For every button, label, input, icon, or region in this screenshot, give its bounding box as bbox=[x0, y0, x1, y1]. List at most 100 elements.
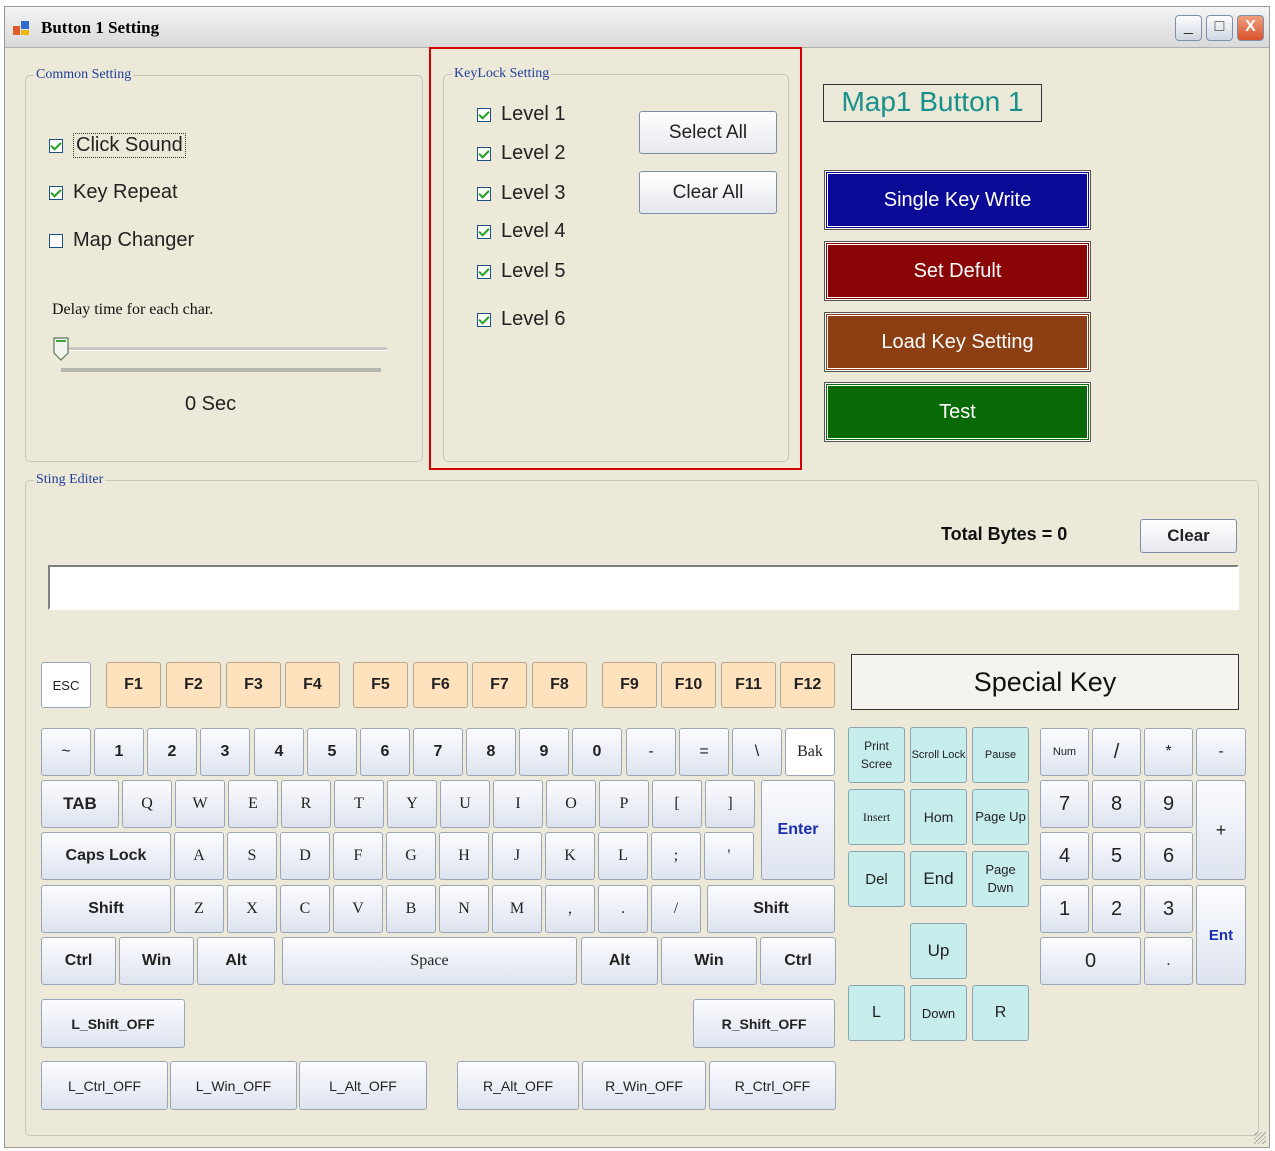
l-shift-off-button[interactable]: L_Shift_OFF bbox=[41, 999, 185, 1048]
key-numpad-plus[interactable]: + bbox=[1196, 780, 1246, 880]
key-insert[interactable]: Insert bbox=[848, 789, 905, 845]
key-numpad-2[interactable]: 2 bbox=[1092, 885, 1141, 933]
key-delete[interactable]: Del bbox=[848, 851, 905, 907]
key-numpad-divide[interactable]: / bbox=[1092, 728, 1141, 776]
key-home[interactable]: Hom bbox=[910, 789, 967, 845]
string-input[interactable] bbox=[48, 565, 1239, 610]
r-ctrl-off-button[interactable]: R_Ctrl_OFF bbox=[709, 1061, 836, 1110]
key-rbracket[interactable]: ] bbox=[705, 780, 755, 828]
key-arrow-down[interactable]: Down bbox=[910, 985, 967, 1041]
close-button[interactable]: X bbox=[1237, 15, 1264, 41]
key-f5[interactable]: F5 bbox=[353, 662, 408, 708]
key-arrow-left[interactable]: L bbox=[848, 985, 905, 1041]
key-w[interactable]: W bbox=[175, 780, 225, 828]
key-numpad-enter[interactable]: Ent bbox=[1196, 885, 1246, 985]
key-print-screen[interactable]: Print Scree bbox=[848, 727, 905, 783]
key-0[interactable]: 0 bbox=[572, 728, 622, 776]
key-space[interactable]: Space bbox=[282, 937, 577, 985]
key-z[interactable]: Z bbox=[174, 885, 224, 933]
key-right-win[interactable]: Win bbox=[661, 937, 757, 985]
key-o[interactable]: O bbox=[546, 780, 596, 828]
key-3[interactable]: 3 bbox=[200, 728, 250, 776]
key-2[interactable]: 2 bbox=[147, 728, 197, 776]
key-equals[interactable]: = bbox=[679, 728, 729, 776]
key-f9[interactable]: F9 bbox=[602, 662, 657, 708]
key-6[interactable]: 6 bbox=[360, 728, 410, 776]
key-numpad-9[interactable]: 9 bbox=[1144, 780, 1193, 828]
key-i[interactable]: I bbox=[493, 780, 543, 828]
key-k[interactable]: K bbox=[545, 832, 595, 880]
key-y[interactable]: Y bbox=[387, 780, 437, 828]
delay-slider-track[interactable] bbox=[61, 347, 387, 351]
key-left-ctrl[interactable]: Ctrl bbox=[41, 937, 116, 985]
key-f[interactable]: F bbox=[333, 832, 383, 880]
key-tilde[interactable]: ~ bbox=[41, 728, 91, 776]
r-win-off-button[interactable]: R_Win_OFF bbox=[582, 1061, 706, 1110]
key-f6[interactable]: F6 bbox=[413, 662, 468, 708]
single-key-write-button[interactable]: Single Key Write bbox=[824, 170, 1091, 230]
map-changer-checkbox[interactable]: Map Changer bbox=[49, 229, 194, 252]
key-1[interactable]: 1 bbox=[94, 728, 144, 776]
key-period[interactable]: . bbox=[598, 885, 648, 933]
key-a[interactable]: A bbox=[174, 832, 224, 880]
key-n[interactable]: N bbox=[439, 885, 489, 933]
key-5[interactable]: 5 bbox=[307, 728, 357, 776]
key-pause[interactable]: Pause bbox=[972, 727, 1029, 783]
key-9[interactable]: 9 bbox=[519, 728, 569, 776]
key-comma[interactable]: , bbox=[545, 885, 595, 933]
key-v[interactable]: V bbox=[333, 885, 383, 933]
key-left-win[interactable]: Win bbox=[119, 937, 194, 985]
key-enter[interactable]: Enter bbox=[761, 780, 835, 880]
key-numpad-multiply[interactable]: * bbox=[1144, 728, 1193, 776]
key-caps-lock[interactable]: Caps Lock bbox=[41, 832, 171, 880]
delay-slider-thumb[interactable] bbox=[53, 337, 69, 361]
key-slash[interactable]: / bbox=[651, 885, 701, 933]
key-e[interactable]: E bbox=[228, 780, 278, 828]
key-f1[interactable]: F1 bbox=[106, 662, 161, 708]
key-d[interactable]: D bbox=[280, 832, 330, 880]
clear-button[interactable]: Clear bbox=[1140, 519, 1237, 553]
key-f8[interactable]: F8 bbox=[532, 662, 587, 708]
key-numpad-4[interactable]: 4 bbox=[1040, 832, 1089, 880]
key-backslash[interactable]: \ bbox=[732, 728, 782, 776]
l-win-off-button[interactable]: L_Win_OFF bbox=[170, 1061, 297, 1110]
key-f10[interactable]: F10 bbox=[661, 662, 716, 708]
l-alt-off-button[interactable]: L_Alt_OFF bbox=[299, 1061, 427, 1110]
key-numpad-3[interactable]: 3 bbox=[1144, 885, 1193, 933]
key-h[interactable]: H bbox=[439, 832, 489, 880]
clear-all-button[interactable]: Clear All bbox=[639, 171, 777, 214]
key-scroll-lock[interactable]: Scroll Lock bbox=[910, 727, 967, 783]
key-semicolon[interactable]: ; bbox=[651, 832, 701, 880]
key-m[interactable]: M bbox=[492, 885, 542, 933]
key-numpad-8[interactable]: 8 bbox=[1092, 780, 1141, 828]
key-t[interactable]: T bbox=[334, 780, 384, 828]
key-b[interactable]: B bbox=[386, 885, 436, 933]
level-2-checkbox[interactable]: Level 2 bbox=[477, 142, 566, 165]
key-quote[interactable]: ' bbox=[704, 832, 754, 880]
key-f11[interactable]: F11 bbox=[721, 662, 776, 708]
key-left-shift[interactable]: Shift bbox=[41, 885, 171, 933]
set-default-button[interactable]: Set Defult bbox=[824, 241, 1091, 301]
key-numpad-0[interactable]: 0 bbox=[1040, 937, 1141, 985]
key-j[interactable]: J bbox=[492, 832, 542, 880]
key-right-shift[interactable]: Shift bbox=[707, 885, 835, 933]
key-c[interactable]: C bbox=[280, 885, 330, 933]
title-bar[interactable]: Button 1 Setting _ □ X bbox=[5, 7, 1269, 48]
load-key-setting-button[interactable]: Load Key Setting bbox=[824, 312, 1091, 372]
resize-grip[interactable] bbox=[1254, 1132, 1266, 1144]
key-numpad-5[interactable]: 5 bbox=[1092, 832, 1141, 880]
r-alt-off-button[interactable]: R_Alt_OFF bbox=[457, 1061, 579, 1110]
key-q[interactable]: Q bbox=[122, 780, 172, 828]
key-numpad-minus[interactable]: - bbox=[1196, 728, 1246, 776]
key-end[interactable]: End bbox=[910, 851, 967, 907]
key-esc[interactable]: ESC bbox=[41, 662, 91, 708]
key-g[interactable]: G bbox=[386, 832, 436, 880]
key-numpad-7[interactable]: 7 bbox=[1040, 780, 1089, 828]
level-4-checkbox[interactable]: Level 4 bbox=[477, 220, 566, 243]
key-numpad-1[interactable]: 1 bbox=[1040, 885, 1089, 933]
click-sound-checkbox[interactable]: Click Sound bbox=[49, 133, 186, 158]
select-all-button[interactable]: Select All bbox=[639, 111, 777, 154]
key-backspace[interactable]: Bak bbox=[785, 728, 835, 776]
key-l[interactable]: L bbox=[598, 832, 648, 880]
key-x[interactable]: X bbox=[227, 885, 277, 933]
